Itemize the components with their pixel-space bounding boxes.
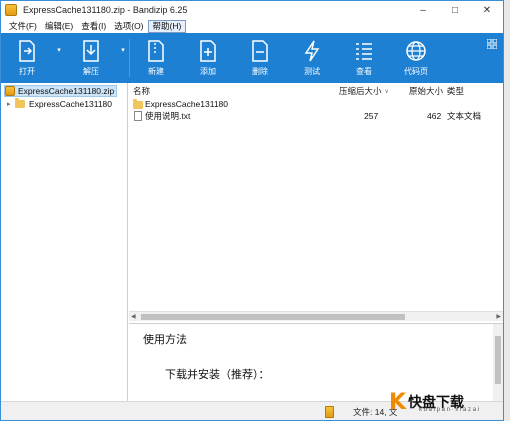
toolbar-new-button[interactable]: 新建 <box>130 33 182 83</box>
horizontal-scrollbar[interactable]: ◀ ▶ <box>129 311 503 321</box>
file-list-pane: 名称 压缩后大小 ∨ 原始大小 ∨ 类型 ExpressCache131180 使用… <box>129 83 503 323</box>
column-chevron-icon: ∨ <box>384 88 389 95</box>
preview-text-line: 下载并安装（推荐）： <box>165 369 270 381</box>
delete-icon <box>249 39 271 62</box>
file-name: 使用说明.txt <box>145 111 191 121</box>
globe-icon <box>405 40 427 62</box>
vertical-scroll-thumb[interactable] <box>495 336 501 384</box>
menu-options[interactable]: 选项(O) <box>110 20 147 33</box>
expand-arrow-icon[interactable]: ▸ <box>7 100 15 108</box>
toolbar-delete-button[interactable]: 删除 <box>234 33 286 83</box>
toolbar-test-button[interactable]: 测试 <box>286 33 338 83</box>
zip-new-icon <box>145 39 167 62</box>
watermark-k-icon: K <box>389 389 407 415</box>
menu-bar: 文件(F) 编辑(E) 查看(I) 选项(O) 帮助(H) <box>1 19 503 33</box>
preview-title: 使用方法 <box>143 334 187 346</box>
layout-grid-icon[interactable] <box>486 38 498 50</box>
toolbar-open-label: 打开 <box>19 66 35 76</box>
maximize-button[interactable]: □ <box>439 1 471 19</box>
watermark-sub: k u a i p a n · x i a z a i <box>419 407 480 413</box>
tree-root-archive[interactable]: ExpressCache131180.zip <box>4 85 118 97</box>
scroll-left-arrow-icon[interactable]: ◀ <box>131 312 136 322</box>
column-header-name[interactable]: 名称 <box>133 85 150 97</box>
menu-view[interactable]: 查看(I) <box>77 20 110 33</box>
column-type-label: 类型 <box>447 86 465 96</box>
window-controls: – □ ✕ <box>407 1 503 19</box>
toolbar-new-label: 新建 <box>148 66 164 76</box>
toolbar-add-label: 添加 <box>200 66 216 76</box>
menu-file[interactable]: 文件(F) <box>5 20 41 33</box>
archive-status-icon <box>325 406 334 418</box>
toolbar-extract-button[interactable]: 解压 <box>65 33 117 83</box>
folder-icon <box>133 99 143 109</box>
extract-icon <box>80 39 102 62</box>
column-original-label: 原始大小 <box>409 86 444 96</box>
open-dropdown-arrow[interactable]: ▾ <box>53 33 65 83</box>
file-type: 文本文档 <box>447 111 482 121</box>
toolbar-open-button[interactable]: 打开 <box>1 33 53 83</box>
horizontal-scroll-thumb[interactable] <box>141 314 405 320</box>
bandizip-window: ExpressCache131180.zip - Bandizip 6.25 –… <box>0 0 504 421</box>
column-header-original[interactable]: 原始大小 ∨ <box>409 85 450 97</box>
toolbar-delete-label: 删除 <box>252 66 268 76</box>
lightning-icon <box>301 40 323 62</box>
file-original-size: 462 <box>427 111 442 121</box>
file-compressed-size: 257 <box>364 111 379 121</box>
file-row[interactable]: 使用说明.txt 257 462 文本文档 <box>129 110 503 122</box>
window-title: ExpressCache131180.zip - Bandizip 6.25 <box>23 5 188 15</box>
toolbar-test-label: 测试 <box>304 66 320 76</box>
scroll-right-arrow-icon[interactable]: ▶ <box>496 312 501 322</box>
extract-dropdown-arrow[interactable]: ▾ <box>117 33 129 83</box>
background-strip <box>504 0 510 421</box>
toolbar: 打开 ▾ 解压 ▾ 新建 添加 删除 测试 查看 代码页 <box>1 33 503 83</box>
column-header-compressed[interactable]: 压缩后大小 ∨ <box>339 85 389 97</box>
file-row[interactable]: ExpressCache131180 <box>129 98 503 110</box>
bandizip-app-icon <box>5 4 17 16</box>
watermark-logo: K 快盘下载 k u a i p a n · x i a z a i <box>389 383 503 420</box>
list-icon <box>353 40 375 62</box>
folder-tree-pane: ExpressCache131180.zip ▸ ExpressCache131… <box>1 83 128 401</box>
toolbar-codepage-button[interactable]: 代码页 <box>390 33 442 83</box>
toolbar-codepage-label: 代码页 <box>404 66 428 76</box>
menu-edit[interactable]: 编辑(E) <box>41 20 77 33</box>
column-compressed-label: 压缩后大小 <box>339 86 382 96</box>
text-file-icon <box>134 111 142 121</box>
open-icon <box>16 39 38 62</box>
title-bar: ExpressCache131180.zip - Bandizip 6.25 –… <box>1 1 503 19</box>
add-file-icon <box>197 39 219 62</box>
tree-item-folder[interactable]: ▸ ExpressCache131180 <box>7 98 112 110</box>
folder-icon <box>15 98 25 108</box>
toolbar-view-button[interactable]: 查看 <box>338 33 390 83</box>
tree-item-label: ExpressCache131180 <box>29 99 113 109</box>
minimize-button[interactable]: – <box>407 1 439 19</box>
file-name: ExpressCache131180 <box>145 99 229 109</box>
column-name-label: 名称 <box>133 86 151 96</box>
column-header-type[interactable]: 类型 <box>447 85 464 97</box>
zip-archive-icon <box>5 86 15 96</box>
file-list-header: 名称 压缩后大小 ∨ 原始大小 ∨ 类型 <box>129 83 503 97</box>
menu-help[interactable]: 帮助(H) <box>147 19 187 33</box>
toolbar-view-label: 查看 <box>356 66 372 76</box>
close-button[interactable]: ✕ <box>471 1 503 19</box>
toolbar-extract-label: 解压 <box>83 66 99 76</box>
toolbar-add-button[interactable]: 添加 <box>182 33 234 83</box>
tree-root-label: ExpressCache131180.zip <box>18 86 115 96</box>
